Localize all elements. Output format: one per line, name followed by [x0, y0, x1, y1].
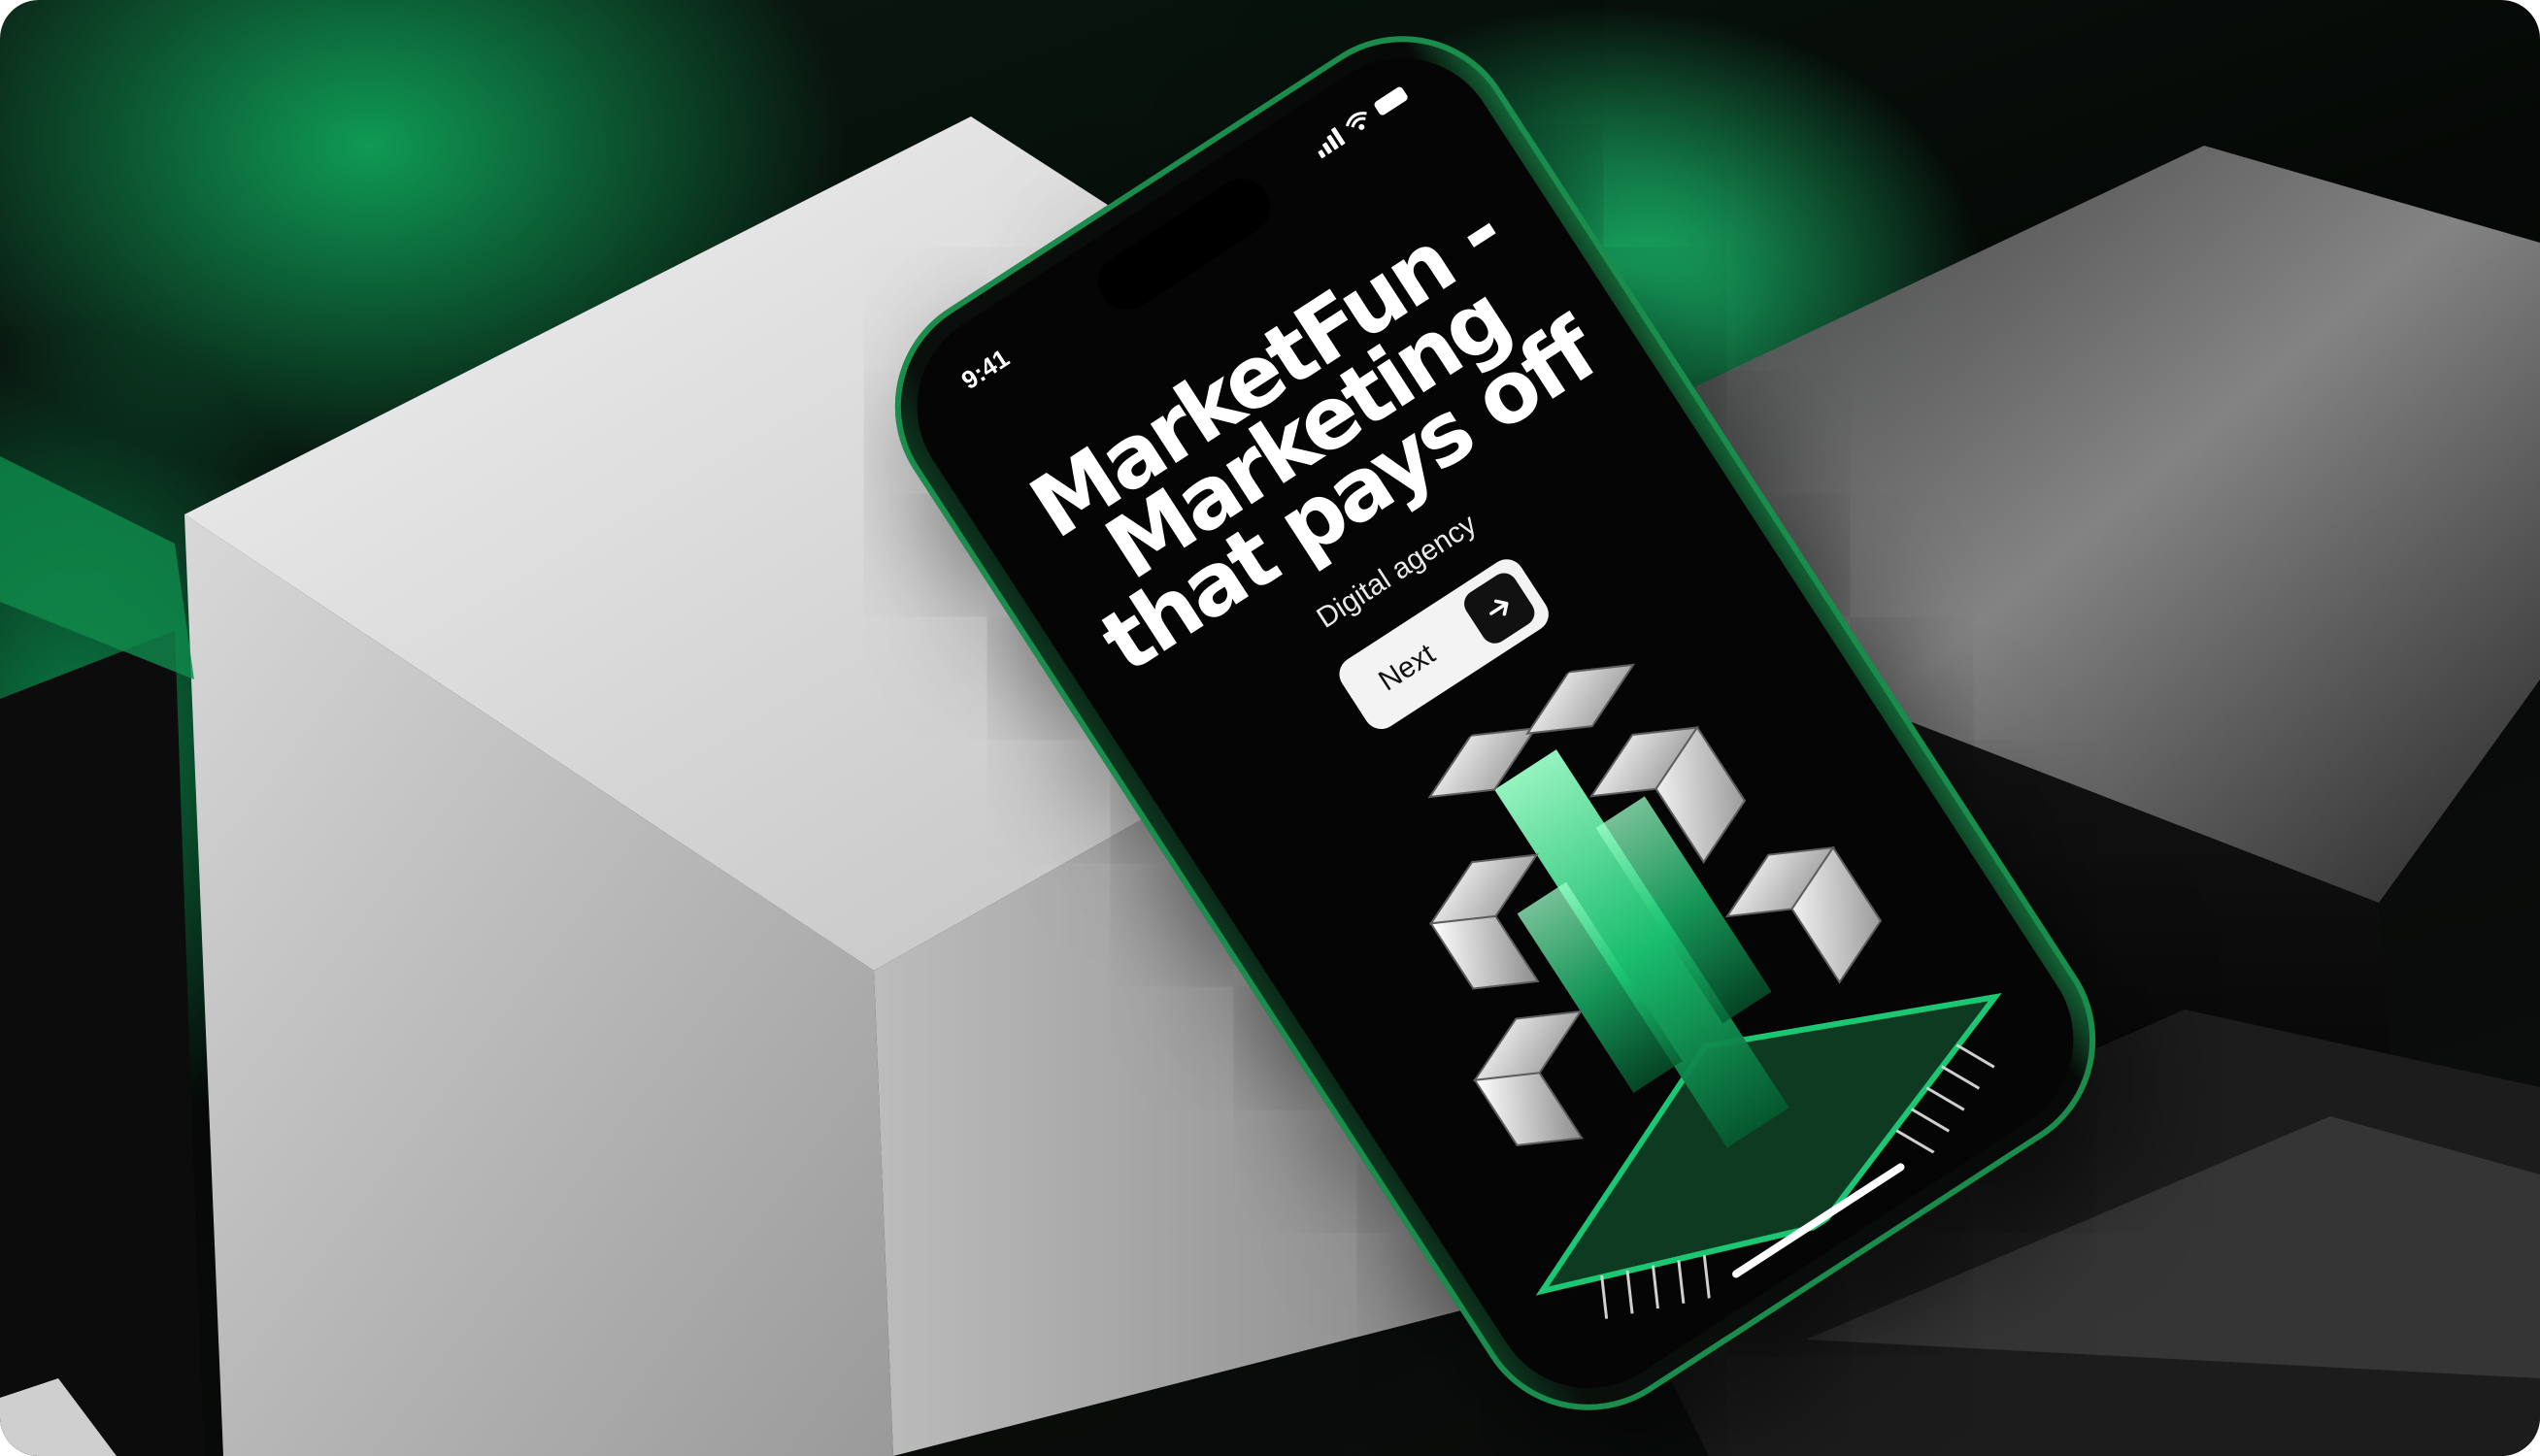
status-icons — [1310, 83, 1410, 159]
mockup-scene: 9:41 MarketFun - Marketing that pays off… — [0, 0, 2540, 1456]
wifi-icon — [1345, 112, 1367, 130]
signal-icon — [1310, 125, 1346, 159]
battery-icon — [1372, 85, 1410, 117]
arrow-right-icon — [1458, 568, 1540, 649]
status-time: 9:41 — [955, 343, 1015, 396]
next-button-label: Next — [1373, 638, 1441, 698]
